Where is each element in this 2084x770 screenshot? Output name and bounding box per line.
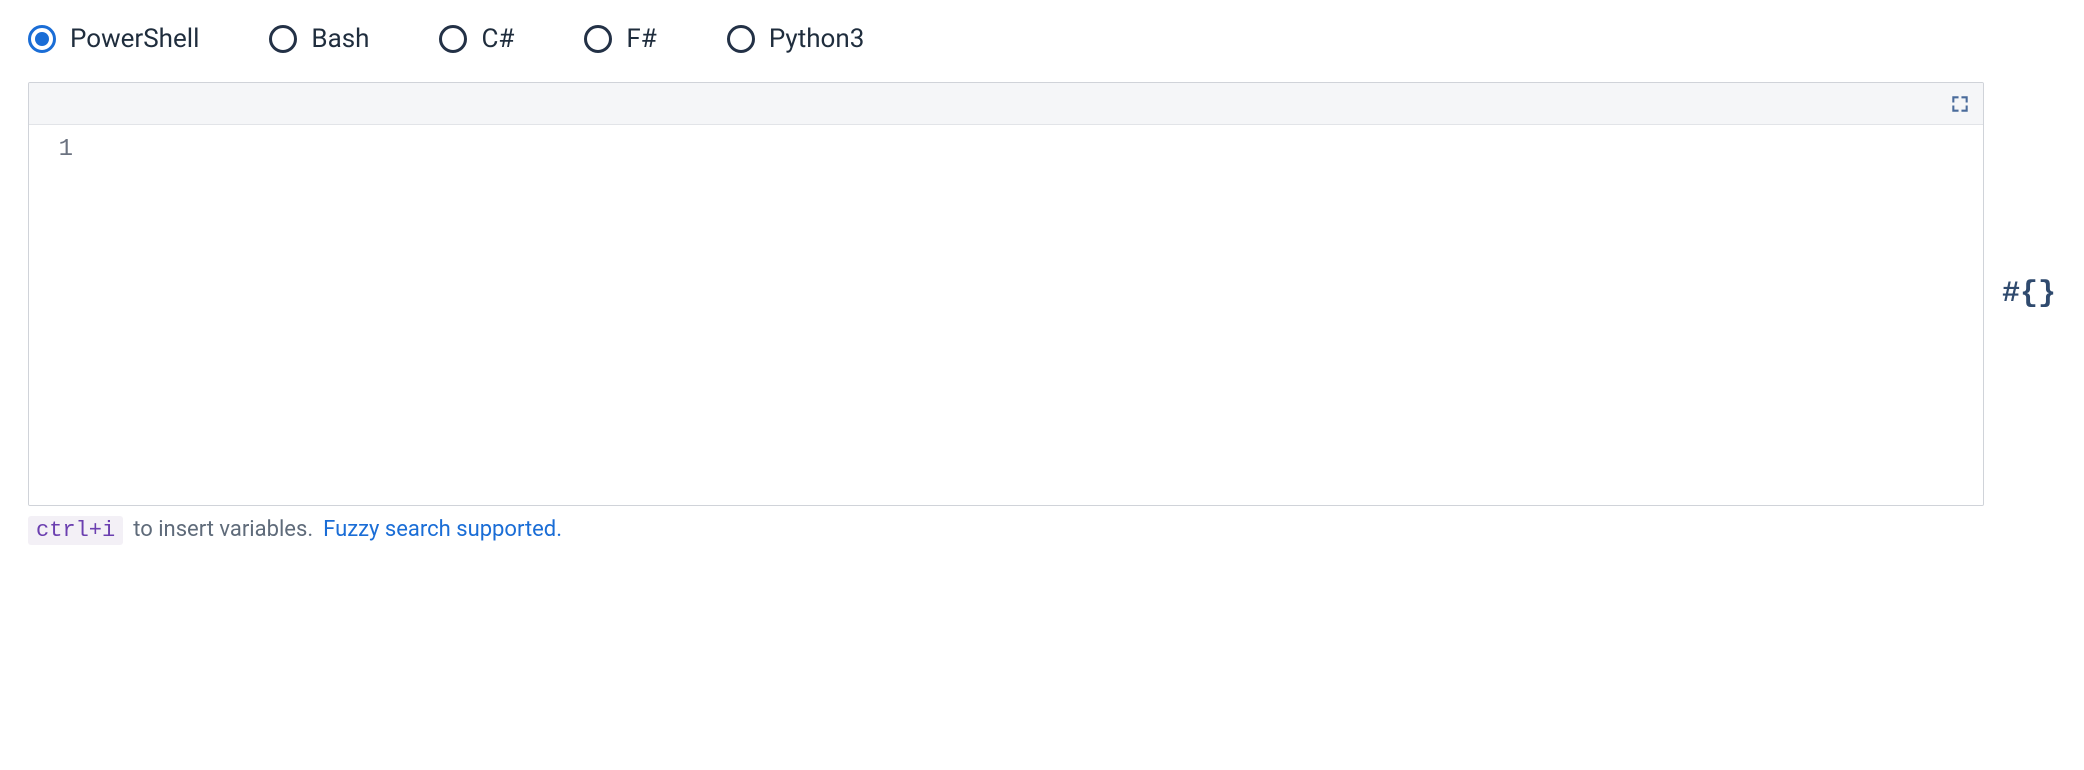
code-editor-panel: 1 [28,82,1984,506]
language-radio-label: F# [626,24,656,54]
fullscreen-icon[interactable] [1949,93,1971,115]
hint-row: ctrl+i to insert variables. Fuzzy search… [28,516,2056,545]
radio-selected-icon [28,25,56,53]
code-textarea[interactable] [85,125,1983,505]
language-radio-label: PowerShell [70,24,199,54]
radio-unselected-icon [584,25,612,53]
language-radio-fsharp[interactable]: F# [584,24,656,54]
editor-toolbar [29,83,1983,125]
language-radio-powershell[interactable]: PowerShell [28,24,199,54]
radio-unselected-icon [439,25,467,53]
fuzzy-search-link[interactable]: Fuzzy search supported. [323,517,562,542]
language-radio-bash[interactable]: Bash [269,24,369,54]
language-radio-csharp[interactable]: C# [439,24,514,54]
radio-unselected-icon [727,25,755,53]
language-radio-label: Python3 [769,24,865,54]
language-radio-label: C# [481,24,514,54]
script-editor-section: PowerShell Bash C# F# Python3 1 #{} [0,0,2084,545]
language-radio-label: Bash [311,24,369,54]
hint-text: to insert variables. [133,517,313,542]
insert-variable-token-button[interactable]: #{} [2002,277,2056,311]
language-radio-python3[interactable]: Python3 [727,24,865,54]
radio-unselected-icon [269,25,297,53]
editor-wrap: 1 #{} [28,82,2056,506]
line-number: 1 [29,133,73,167]
line-number-gutter: 1 [29,125,85,505]
kbd-shortcut: ctrl+i [28,516,123,545]
editor-body: 1 [29,125,1983,505]
language-radio-group: PowerShell Bash C# F# Python3 [28,24,2056,54]
